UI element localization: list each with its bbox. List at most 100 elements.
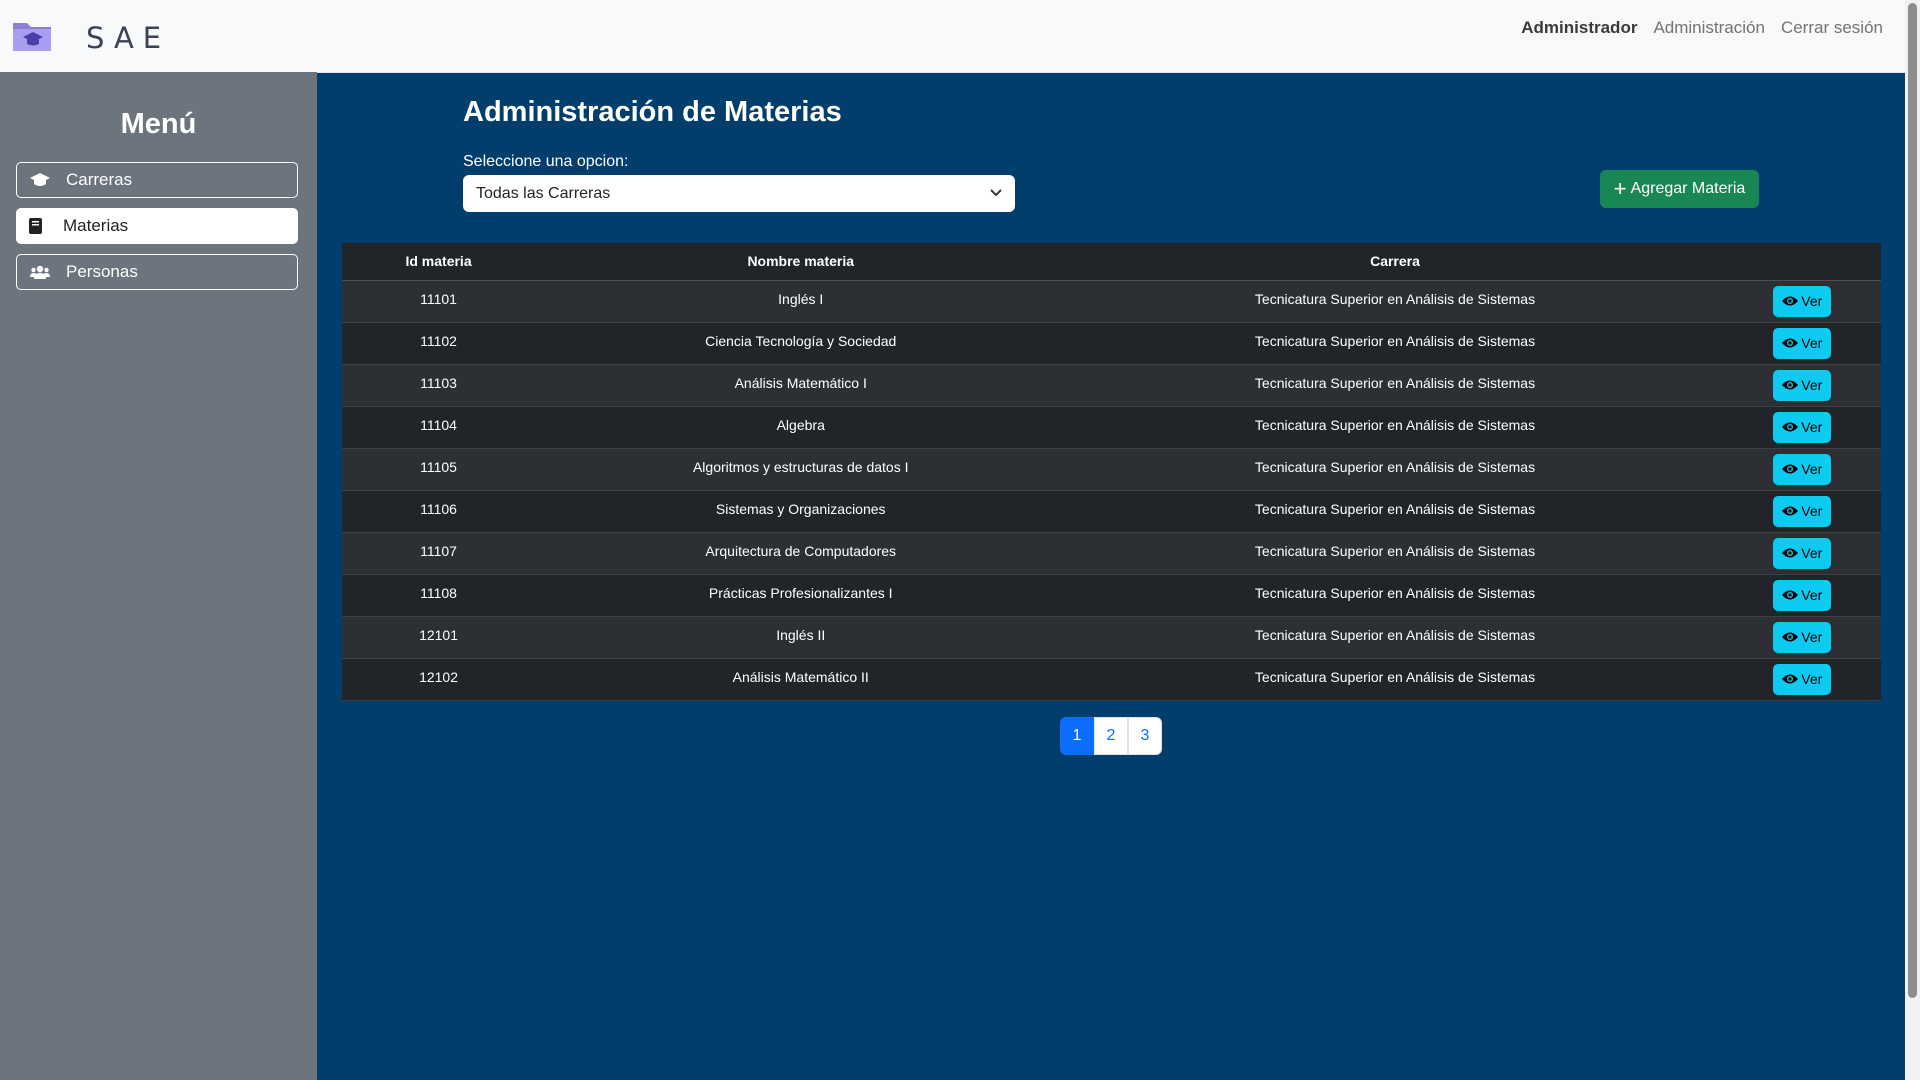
top-nav: Administrador Administración Cerrar sesi… bbox=[1521, 18, 1883, 38]
graduation-cap-icon bbox=[30, 172, 52, 188]
table-body: 11101 Inglés I Tecnicatura Superior en Aná… bbox=[342, 280, 1881, 700]
ver-button-label: Ver bbox=[1801, 419, 1823, 435]
nav-logout-link[interactable]: Cerrar sesión bbox=[1781, 18, 1883, 38]
cell-id: 11106 bbox=[420, 500, 457, 517]
cell-nombre: Inglés I bbox=[778, 290, 824, 307]
ver-button-label: Ver bbox=[1801, 335, 1823, 351]
cell-nombre: Inglés II bbox=[776, 626, 826, 643]
cell-nombre: Sistemas y Organizaciones bbox=[715, 500, 886, 517]
cell-carrera: Tecnicatura Superior en Análisis de Sist… bbox=[1254, 374, 1536, 391]
eye-icon bbox=[1782, 422, 1799, 432]
eye-icon bbox=[1782, 548, 1799, 558]
cell-id: 11101 bbox=[420, 290, 457, 307]
cell-actions: Ver bbox=[1724, 280, 1881, 322]
eye-icon bbox=[1782, 590, 1799, 600]
cell-actions: Ver bbox=[1724, 322, 1881, 364]
ver-button-label: Ver bbox=[1801, 293, 1823, 309]
plus-icon: + bbox=[1613, 176, 1627, 201]
cell-carrera: Tecnicatura Superior en Análisis de Sist… bbox=[1254, 458, 1536, 475]
ver-button[interactable]: Ver bbox=[1773, 285, 1832, 317]
ver-button-label: Ver bbox=[1801, 503, 1823, 519]
cell-carrera: Tecnicatura Superior en Análisis de Sist… bbox=[1254, 626, 1536, 643]
eye-icon bbox=[1782, 674, 1799, 684]
cell-id: 12102 bbox=[419, 668, 458, 685]
ver-button-label: Ver bbox=[1801, 587, 1823, 603]
page-1-button[interactable]: 1 bbox=[1060, 717, 1094, 755]
cell-actions: Ver bbox=[1724, 406, 1881, 448]
ver-button[interactable]: Ver bbox=[1773, 663, 1832, 695]
column-header-actions bbox=[1723, 243, 1881, 281]
ver-button[interactable]: Ver bbox=[1773, 495, 1832, 527]
ver-button[interactable]: Ver bbox=[1773, 369, 1832, 401]
carrera-select[interactable]: Todas las Carreras bbox=[463, 175, 1015, 212]
cell-nombre: Análisis Matemático II bbox=[732, 668, 869, 685]
cell-nombre: Algoritmos y estructuras de datos I bbox=[692, 458, 909, 475]
table-row: 12102 Análisis Matemático II Tecnicatura S… bbox=[342, 658, 1881, 700]
sidebar-item-label: Materias bbox=[63, 216, 129, 235]
cell-id: 11107 bbox=[420, 542, 457, 559]
sidebar-item-personas[interactable]: Personas bbox=[16, 254, 298, 290]
cell-id: 11104 bbox=[420, 416, 457, 433]
chevron-down-icon bbox=[990, 189, 1002, 197]
cell-carrera: Tecnicatura Superior en Análisis de Sist… bbox=[1254, 332, 1536, 349]
add-materia-button[interactable]: + Agregar Materia bbox=[1600, 170, 1759, 208]
eye-icon bbox=[1782, 338, 1799, 348]
page-title: Administración de Materias bbox=[463, 96, 842, 128]
nav-administracion-link[interactable]: Administración bbox=[1653, 18, 1765, 38]
cell-carrera: Tecnicatura Superior en Análisis de Sist… bbox=[1254, 500, 1536, 517]
eye-icon bbox=[1782, 464, 1799, 474]
sidebar-item-carreras[interactable]: Carreras bbox=[16, 162, 298, 198]
ver-button-label: Ver bbox=[1801, 545, 1823, 561]
ver-button[interactable]: Ver bbox=[1773, 453, 1832, 485]
cell-carrera: Tecnicatura Superior en Análisis de Sist… bbox=[1254, 668, 1536, 685]
table-row: 11101 Inglés I Tecnicatura Superior en Aná… bbox=[342, 280, 1881, 322]
ver-button[interactable]: Ver bbox=[1773, 327, 1832, 359]
materias-table-container: Id materia Nombre materia Carrera 11101 I… bbox=[342, 243, 1881, 701]
sidebar-item-label: Personas bbox=[66, 262, 138, 281]
cell-nombre: Análisis Matemático I bbox=[734, 374, 867, 391]
ver-button[interactable]: Ver bbox=[1773, 411, 1832, 443]
column-header-id: Id materia bbox=[342, 243, 536, 281]
sidebar-item-label: Carreras bbox=[66, 170, 133, 189]
scrollbar-thumb[interactable] bbox=[1908, 3, 1917, 998]
cell-id: 11105 bbox=[420, 458, 457, 475]
table-row: 11107 Arquitectura de Computadores Tecnica… bbox=[342, 532, 1881, 574]
cell-id: 11102 bbox=[420, 332, 457, 349]
cell-id: 12101 bbox=[419, 626, 458, 643]
cell-actions: Ver bbox=[1724, 448, 1881, 490]
app-logo-icon[interactable] bbox=[11, 17, 55, 55]
current-user-label[interactable]: Administrador bbox=[1521, 18, 1637, 38]
eye-icon bbox=[1782, 506, 1799, 516]
page-2-button[interactable]: 2 bbox=[1094, 717, 1128, 755]
ver-button[interactable]: Ver bbox=[1773, 621, 1832, 653]
table-row: 11103 Análisis Matemático I Tecnicatura Su… bbox=[342, 364, 1881, 406]
cell-carrera: Tecnicatura Superior en Análisis de Sist… bbox=[1254, 290, 1536, 307]
sidebar-item-materias[interactable]: Materias bbox=[16, 208, 298, 244]
ver-button-label: Ver bbox=[1801, 461, 1823, 477]
table-row: 11105 Algoritmos y estructuras de datos I… bbox=[342, 448, 1881, 490]
ver-button-label: Ver bbox=[1801, 377, 1823, 393]
ver-button[interactable]: Ver bbox=[1773, 579, 1832, 611]
page-3-button[interactable]: 3 bbox=[1128, 717, 1162, 755]
ver-button-label: Ver bbox=[1801, 671, 1823, 687]
cell-carrera: Tecnicatura Superior en Análisis de Sist… bbox=[1254, 416, 1536, 433]
book-icon bbox=[29, 218, 51, 234]
ver-button[interactable]: Ver bbox=[1773, 537, 1832, 569]
cell-actions: Ver bbox=[1724, 574, 1881, 616]
users-icon bbox=[30, 264, 52, 280]
cell-carrera: Tecnicatura Superior en Análisis de Sist… bbox=[1254, 542, 1536, 559]
brand-name[interactable]: SAE bbox=[86, 21, 170, 55]
materias-table: Id materia Nombre materia Carrera 11101 I… bbox=[342, 243, 1881, 701]
table-row: 11104 Algebra Tecnicatura Superior en Anál… bbox=[342, 406, 1881, 448]
cell-id: 11108 bbox=[420, 584, 457, 601]
page-scrollbar[interactable] bbox=[1905, 0, 1920, 1080]
ver-button-label: Ver bbox=[1801, 629, 1823, 645]
table-row: 11102 Ciencia Tecnología y Sociedad Tecnic… bbox=[342, 322, 1881, 364]
eye-icon bbox=[1782, 296, 1799, 306]
column-header-carrera: Carrera bbox=[1066, 243, 1724, 281]
cell-nombre: Arquitectura de Computadores bbox=[705, 542, 897, 559]
cell-actions: Ver bbox=[1724, 658, 1881, 700]
sidebar: Menú Carreras Materias Personas bbox=[0, 72, 317, 1080]
table-row: 11108 Prácticas Profesionalizantes I Tecni… bbox=[342, 574, 1881, 616]
top-navbar: SAE Administrador Administración Cerrar … bbox=[0, 0, 1905, 73]
